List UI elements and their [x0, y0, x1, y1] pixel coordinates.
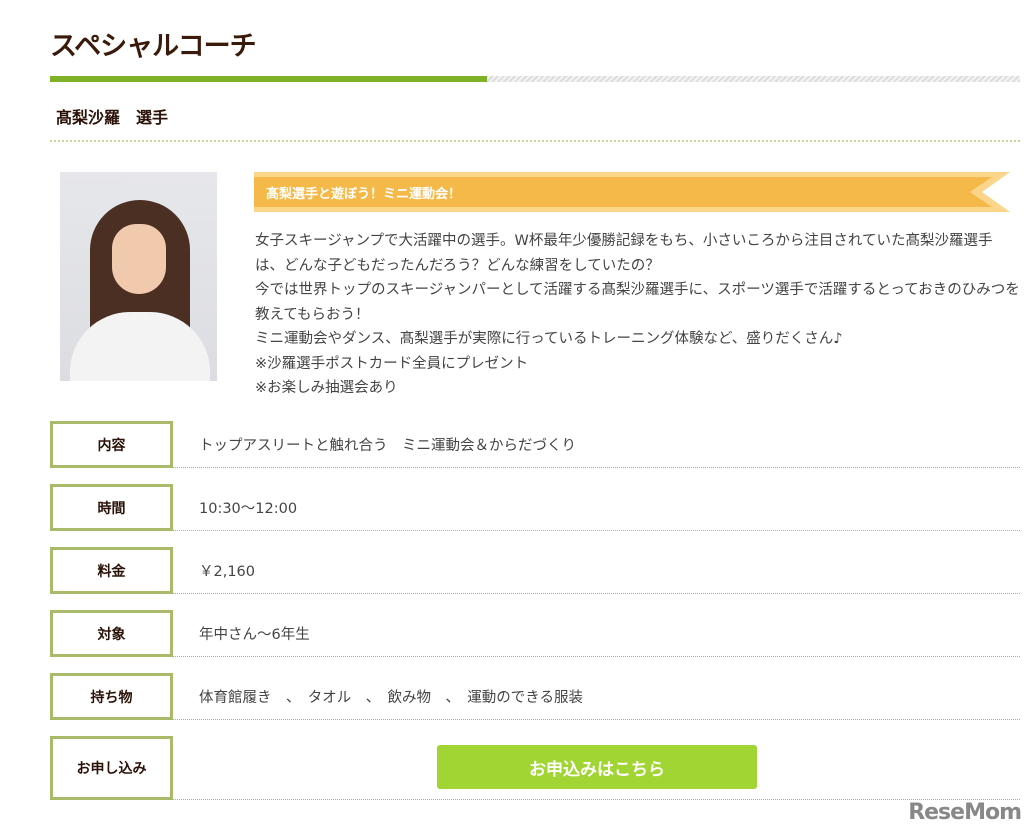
row-value: 年中さん〜6年生 [173, 610, 1020, 657]
info-row-belongings: 持ち物 体育館履き 、 タオル 、 飲み物 、 運動のできる服装 [50, 673, 1020, 720]
divider [50, 140, 1020, 142]
description: 女子スキージャンプで大活躍中の選手。W杯最年少優勝記録をもち、小さいころから注目… [255, 229, 1020, 401]
coach-name: 髙梨沙羅 選手 [56, 108, 169, 127]
page-title: スペシャルコーチ [50, 31, 257, 62]
info-row-fee: 料金 ￥2,160 [50, 547, 1020, 594]
banner-text: 髙梨選手と遊ぼう！ミニ運動会！ [266, 187, 462, 202]
info-row-target: 対象 年中さん〜6年生 [50, 610, 1020, 657]
info-row-content: 内容 トップアスリートと触れ合う ミニ運動会＆からだづくり [50, 421, 1020, 468]
info-row-apply: お申し込み お申込みはこちら [50, 736, 1020, 800]
row-label: 対象 [50, 610, 173, 657]
coach-photo [60, 172, 217, 381]
row-label: 料金 [50, 547, 173, 594]
row-label: お申し込み [50, 736, 173, 800]
row-value: トップアスリートと触れ合う ミニ運動会＆からだづくり [173, 421, 1020, 468]
description-line: ※お楽しみ抽選会あり [255, 380, 398, 396]
row-value: 10:30〜12:00 [173, 484, 1020, 531]
watermark-logo: ReseMom [908, 800, 1022, 825]
row-value: 体育館履き 、 タオル 、 飲み物 、 運動のできる服装 [173, 673, 1020, 720]
row-value: ￥2,160 [173, 547, 1020, 594]
row-label: 内容 [50, 421, 173, 468]
row-label: 持ち物 [50, 673, 173, 720]
description-line: 今では世界トップのスキージャンパーとして活躍する髙梨沙羅選手に、スポーツ選手で活… [255, 282, 1020, 323]
apply-button[interactable]: お申込みはこちら [437, 745, 757, 789]
title-underline-fill [50, 76, 487, 82]
description-line: 女子スキージャンプで大活躍中の選手。W杯最年少優勝記録をもち、小さいころから注目… [255, 233, 993, 274]
event-banner: 髙梨選手と遊ぼう！ミニ運動会！ [254, 172, 1010, 212]
title-underline-bar [50, 76, 1020, 82]
description-line: ※沙羅選手ポストカード全員にプレゼント [255, 355, 529, 372]
description-line: ミニ運動会やダンス、髙梨選手が実際に行っているトレーニング体験など、盛りだくさん… [255, 331, 843, 347]
info-row-time: 時間 10:30〜12:00 [50, 484, 1020, 531]
row-label: 時間 [50, 484, 173, 531]
